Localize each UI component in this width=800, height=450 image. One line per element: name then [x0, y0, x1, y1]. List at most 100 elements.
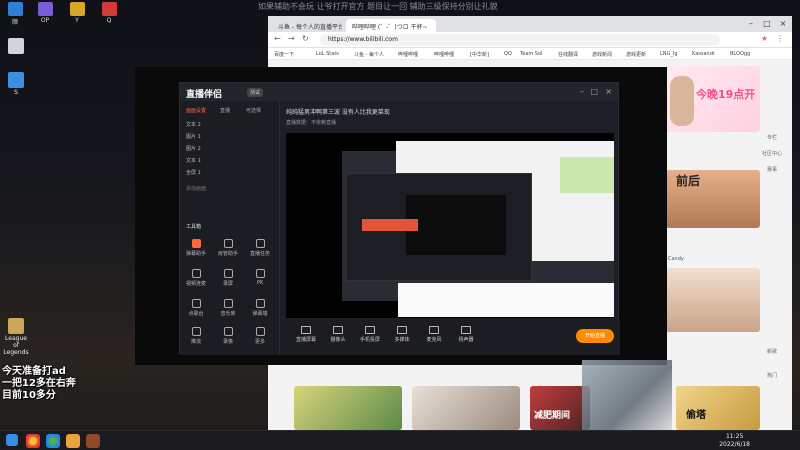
tool-item[interactable]: 录像	[216, 327, 240, 345]
tool-item[interactable]: PK	[248, 269, 272, 286]
forward-icon[interactable]: →	[288, 34, 295, 43]
tool-item[interactable]: 点歌台	[184, 299, 208, 317]
tool-item[interactable]: 弹幕助手	[184, 239, 208, 257]
bookmark[interactable]: 游戏新闻	[592, 51, 612, 58]
overlay-line: 一把12多在右奔	[2, 378, 76, 389]
camera-icon	[333, 326, 343, 334]
video-caption: 前后	[676, 174, 701, 188]
thumb-card[interactable]: 偷塔	[676, 386, 760, 430]
speaker-icon	[461, 326, 471, 334]
side-nav-item[interactable]: 新歌	[762, 348, 782, 355]
maximize-icon[interactable]: □	[760, 18, 774, 30]
bookmark[interactable]: [中华新]	[470, 51, 489, 58]
bookmark[interactable]: 哔哩哔哩	[434, 51, 454, 58]
close-icon[interactable]: ×	[605, 87, 612, 96]
tab-scene[interactable]: 画面设置	[186, 107, 206, 114]
tool-item[interactable]: 房管助手	[216, 239, 240, 257]
tab-douyu[interactable]: 斗鱼 - 每个人的直播平台	[272, 19, 342, 32]
source-item[interactable]: 文本 2	[186, 121, 201, 128]
app-icon[interactable]	[86, 434, 100, 448]
preview-notice	[362, 219, 418, 231]
uploader-name[interactable]: Candy	[668, 256, 684, 262]
microphone-button[interactable]: 麦克风	[420, 326, 448, 343]
start-live-button[interactable]: 开始直播	[576, 329, 614, 343]
bookmark[interactable]: BLOOgg	[730, 51, 750, 57]
recycle-bin-icon[interactable]	[3, 38, 29, 55]
app-icon	[69, 2, 85, 16]
source-item[interactable]: 图片 2	[186, 145, 201, 152]
reload-icon[interactable]: ↻	[302, 34, 309, 43]
tab-bilibili[interactable]: 哔哩哔哩 (゜-゜)つロ 干杯~	[346, 19, 436, 32]
banner-card[interactable]: 今晚19点开	[666, 66, 760, 132]
side-nav-item[interactable]: 社区中心	[762, 150, 782, 157]
camera-button[interactable]: 摄像头	[324, 326, 352, 343]
tool-item[interactable]: 直播任务	[248, 239, 272, 257]
thumb-card[interactable]	[412, 386, 520, 430]
clock-date: 2022/6/18	[719, 441, 750, 448]
bookmark[interactable]: 百度一下	[274, 51, 294, 58]
start-icon[interactable]	[6, 434, 18, 446]
app-icon	[7, 2, 23, 16]
desktop-icon-3[interactable]: Y	[66, 2, 88, 24]
url-input[interactable]: https://www.bilibili.com	[320, 34, 720, 46]
speaker-button[interactable]: 扬声器	[452, 326, 480, 343]
desktop-shortcut-lol[interactable]: League of Legends	[3, 318, 29, 356]
maximize-icon[interactable]: □	[590, 87, 598, 96]
app-icon	[8, 72, 24, 88]
minimize-icon[interactable]: –	[580, 87, 584, 96]
tool-item[interactable]: 视频连麦	[184, 269, 208, 287]
streaming-app-icon[interactable]	[66, 434, 80, 448]
bookmark[interactable]: QQ	[504, 51, 512, 57]
tool-item[interactable]: 音乐库	[216, 299, 240, 317]
system-clock[interactable]: 11:25 2022/6/18	[719, 433, 750, 449]
thumb-card[interactable]	[294, 386, 402, 430]
source-item[interactable]: 图片 1	[186, 133, 201, 140]
desktop-icon-2[interactable]: OP	[34, 2, 56, 24]
minimize-icon[interactable]: –	[744, 18, 758, 30]
menu-icon[interactable]: ⋮	[776, 34, 784, 43]
desktop-icon-label: League of Legends	[3, 335, 29, 356]
video-card[interactable]: 前后	[666, 170, 760, 228]
source-item[interactable]: 文本 1	[186, 157, 201, 164]
app-icon	[101, 2, 117, 16]
back-icon[interactable]: ←	[274, 34, 281, 43]
side-nav-item[interactable]: 热门	[762, 372, 782, 379]
bookmark[interactable]: Kassandr	[692, 51, 715, 57]
tool-item[interactable]: 录屏	[216, 269, 240, 287]
tab-options[interactable]: 可选择	[246, 107, 261, 114]
source-item[interactable]: 全屏 1	[186, 169, 201, 176]
bookmark[interactable]: 在线翻译	[558, 51, 578, 58]
clock-time: 11:25	[725, 433, 744, 440]
desktop-icon-1[interactable]: 顺	[4, 2, 26, 26]
tool-item[interactable]: 弹幕墙	[248, 299, 272, 317]
tool-icon	[223, 299, 233, 308]
tool-item[interactable]: 更多	[248, 327, 272, 345]
taskbar: 11:25 2022/6/18	[0, 430, 800, 450]
bookmark[interactable]: LNG_Ig	[660, 51, 678, 57]
close-icon[interactable]: ×	[776, 18, 790, 30]
media-button[interactable]: 多媒体	[388, 326, 416, 343]
desktop-icon-label: OP	[40, 17, 50, 24]
bookmark[interactable]: LoL Stats	[316, 51, 339, 57]
thumb-card[interactable]: 减肥期间	[530, 386, 590, 430]
add-source-button[interactable]: 添加画面	[186, 185, 206, 192]
bookmark[interactable]: 哔哩哔哩	[398, 51, 418, 58]
bookmark[interactable]: Team Sol	[520, 51, 542, 57]
side-nav-item[interactable]: 赛事	[762, 166, 782, 173]
bookmark[interactable]: 游戏更新	[626, 51, 646, 58]
phone-cast-button[interactable]: 手机投屏	[356, 326, 384, 343]
room-title[interactable]: 纯纯猛男冲鸭第三波 没有人比我更菜现	[286, 107, 390, 116]
stream-overlay-text: 今天准备打ad 一把12多在右奔 目前10多分	[2, 366, 76, 402]
screen-capture-button[interactable]: 直播屏幕	[292, 326, 320, 343]
star-icon[interactable]: ★	[761, 34, 768, 43]
tab-live[interactable]: 直播	[220, 107, 230, 114]
chrome-icon[interactable]	[46, 434, 60, 448]
side-nav-item[interactable]: 专栏	[762, 134, 782, 141]
chrome-icon[interactable]	[26, 434, 40, 448]
desktop-icon-4[interactable]: Q	[98, 2, 120, 24]
desktop-shortcut-s[interactable]: S	[3, 72, 29, 96]
video-card-2[interactable]	[666, 268, 760, 332]
tool-item[interactable]: 推流	[184, 327, 208, 345]
preview-banner	[560, 157, 614, 193]
bookmark[interactable]: 斗鱼 - 每个人	[354, 51, 384, 58]
